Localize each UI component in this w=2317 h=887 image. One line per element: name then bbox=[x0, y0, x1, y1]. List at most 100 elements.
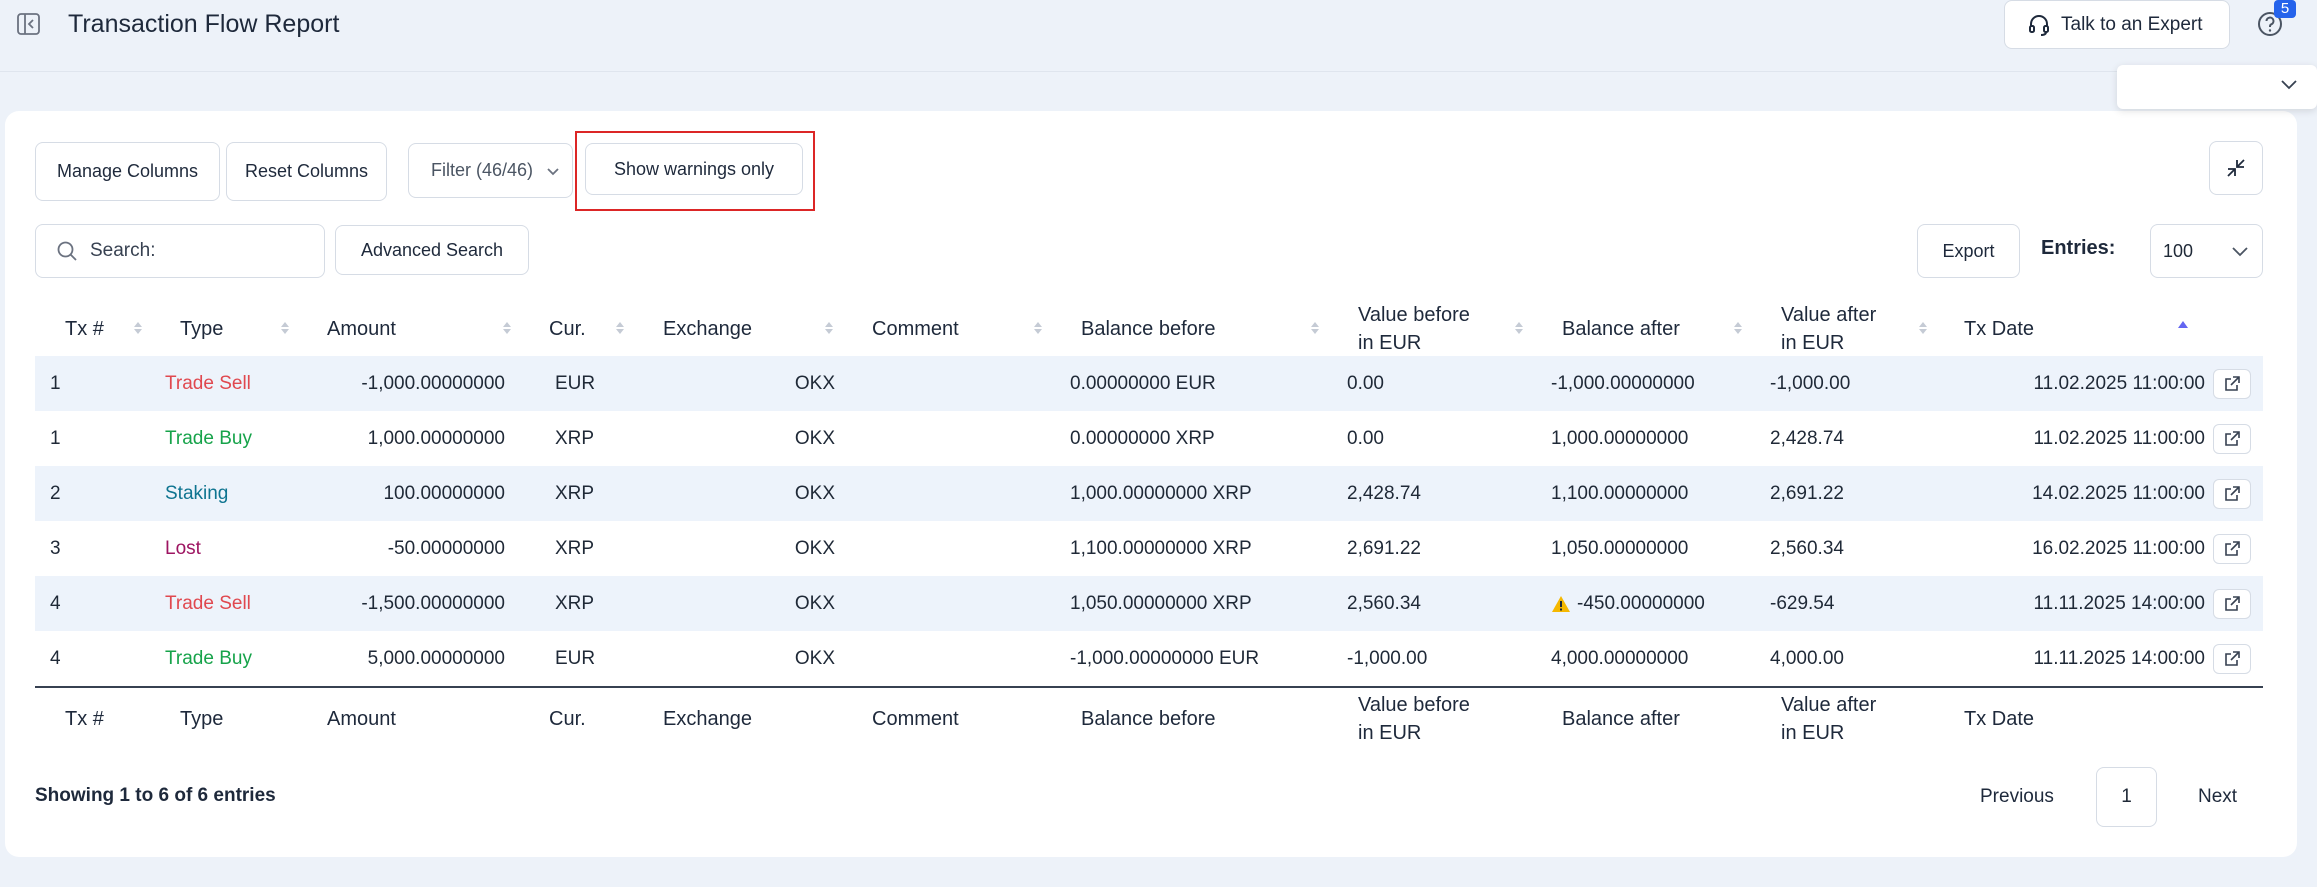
cell-value-after: 4,000.00 bbox=[1770, 647, 1844, 669]
column-header-amount[interactable]: Amount bbox=[327, 301, 396, 356]
open-transaction-button[interactable] bbox=[2213, 479, 2251, 509]
cell-txn: 1 bbox=[50, 372, 61, 394]
column-header-balance-before[interactable]: Balance before bbox=[1081, 301, 1216, 356]
table-row: 2 Staking 100.00000000 XRP OKX 1,000.00000000… bbox=[35, 466, 2263, 521]
column-header-txn[interactable]: Tx # bbox=[65, 301, 104, 356]
talk-to-expert-label: Talk to an Expert bbox=[2061, 13, 2203, 35]
page-title: Transaction Flow Report bbox=[68, 10, 340, 38]
sort-icon bbox=[1515, 322, 1523, 334]
footer-header-exchange: Exchange bbox=[663, 708, 752, 730]
cell-amount: -1,500.00000000 bbox=[361, 592, 505, 614]
cell-exchange: OKX bbox=[794, 372, 835, 394]
headset-icon bbox=[2029, 14, 2049, 36]
reset-columns-button[interactable]: Reset Columns bbox=[226, 142, 387, 201]
column-header-date[interactable]: Tx Date bbox=[1964, 301, 2034, 356]
collapse-icon bbox=[2227, 159, 2245, 177]
entries-select[interactable]: 100 bbox=[2150, 224, 2263, 278]
open-transaction-button[interactable] bbox=[2213, 369, 2251, 399]
cell-balance-before: -1,000.00000000 EUR bbox=[1070, 647, 1260, 669]
footer-header-balance-after: Balance after bbox=[1562, 708, 1680, 730]
column-header-value-before[interactable]: Value before in EUR bbox=[1358, 301, 1470, 356]
filter-label: Filter (46/46) bbox=[431, 160, 534, 180]
cell-exchange: OKX bbox=[794, 592, 835, 614]
footer-header-type: Type bbox=[180, 708, 224, 730]
cell-cur: EUR bbox=[555, 647, 596, 669]
open-transaction-button[interactable] bbox=[2213, 589, 2251, 619]
footer-header-comment: Comment bbox=[872, 708, 959, 730]
search-field[interactable] bbox=[35, 224, 325, 278]
cell-balance-after-value: 4,000.00000000 bbox=[1551, 647, 1689, 669]
cell-txn: 4 bbox=[50, 647, 61, 669]
cell-exchange: OKX bbox=[794, 482, 835, 504]
table-header-row: Tx # Type Amount Cur. Exchange Comment B… bbox=[35, 301, 2263, 356]
export-button[interactable]: Export bbox=[1917, 224, 2020, 278]
cell-exchange: OKX bbox=[794, 427, 835, 449]
cell-balance-after-value: 1,050.00000000 bbox=[1551, 537, 1689, 559]
open-transaction-button[interactable] bbox=[2213, 424, 2251, 454]
external-link-icon bbox=[2225, 486, 2240, 501]
cell-balance-before: 1,100.00000000 XRP bbox=[1070, 537, 1252, 559]
table-row: 4 Trade Sell -1,500.00000000 XRP OKX 1,050.00… bbox=[35, 576, 2263, 631]
filter-dropdown[interactable]: Filter (46/46) bbox=[408, 143, 573, 198]
external-link-icon bbox=[2225, 541, 2240, 556]
cell-value-before: 0.00 bbox=[1347, 427, 1384, 449]
warning-icon bbox=[1552, 595, 1570, 612]
sort-icon bbox=[825, 322, 833, 334]
cell-type: Trade Sell bbox=[165, 592, 251, 614]
advanced-search-button[interactable]: Advanced Search bbox=[335, 225, 529, 275]
sort-icon bbox=[1311, 322, 1319, 334]
cell-balance-before: 1,050.00000000 XRP bbox=[1070, 592, 1252, 614]
table-row: 4 Trade Buy 5,000.00000000 EUR OKX -1,000.000… bbox=[35, 631, 2263, 686]
chevron-down-icon bbox=[2281, 77, 2297, 95]
footer-header-value-before-line1: Value before bbox=[1358, 694, 1470, 716]
manage-columns-button[interactable]: Manage Columns bbox=[35, 142, 220, 201]
sort-icon bbox=[281, 322, 289, 334]
column-header-cur[interactable]: Cur. bbox=[549, 301, 586, 356]
show-warnings-only-button[interactable]: Show warnings only bbox=[585, 143, 803, 195]
cell-cur: XRP bbox=[555, 537, 595, 559]
column-header-balance-after[interactable]: Balance after bbox=[1562, 301, 1680, 356]
column-header-value-after-line1: Value after bbox=[1781, 303, 1877, 326]
cell-date: 11.02.2025 11:00:00 bbox=[2033, 372, 2205, 394]
cell-type: Trade Sell bbox=[165, 372, 251, 394]
footer-header-balance-before: Balance before bbox=[1081, 708, 1216, 730]
page-number-button[interactable]: 1 bbox=[2096, 767, 2157, 827]
search-icon bbox=[57, 241, 77, 261]
cell-balance-after-value: 1,100.00000000 bbox=[1551, 482, 1689, 504]
column-header-type[interactable]: Type bbox=[180, 301, 223, 356]
cell-type: Trade Buy bbox=[165, 427, 252, 449]
search-input[interactable] bbox=[90, 240, 290, 262]
cell-amount: -50.00000000 bbox=[387, 537, 505, 559]
column-header-value-after[interactable]: Value after in EUR bbox=[1781, 301, 1876, 356]
sort-icon bbox=[616, 322, 624, 334]
collapse-button[interactable] bbox=[2209, 141, 2263, 195]
cell-balance-after: 1,100.00000000 bbox=[1551, 466, 1688, 521]
entries-summary: Showing 1 to 6 of 6 entries bbox=[35, 785, 276, 806]
open-transaction-button[interactable] bbox=[2213, 534, 2251, 564]
cell-value-before: 0.00 bbox=[1347, 372, 1384, 394]
notification-badge: 5 bbox=[2274, 0, 2296, 18]
cell-txn: 3 bbox=[50, 537, 61, 559]
footer-header-value-after-line2: in EUR bbox=[1781, 722, 1845, 744]
sort-icon bbox=[1734, 322, 1742, 334]
cell-balance-after: 1,000.00000000 bbox=[1551, 411, 1688, 466]
report-card: Manage Columns Reset Columns Filter (46/… bbox=[5, 111, 2297, 857]
cell-amount: 100.00000000 bbox=[383, 482, 505, 504]
column-header-comment[interactable]: Comment bbox=[872, 301, 959, 356]
floating-dropdown[interactable] bbox=[2117, 65, 2317, 109]
cell-cur: XRP bbox=[555, 592, 595, 614]
sort-icon bbox=[503, 322, 511, 334]
column-header-exchange[interactable]: Exchange bbox=[663, 301, 752, 356]
open-transaction-button[interactable] bbox=[2213, 644, 2251, 674]
sidebar-toggle-icon[interactable] bbox=[16, 11, 42, 37]
cell-txn: 4 bbox=[50, 592, 61, 614]
previous-page-button[interactable]: Previous bbox=[1980, 786, 2054, 808]
cell-value-before: 2,560.34 bbox=[1347, 592, 1421, 614]
table-row: 3 Lost -50.00000000 XRP OKX 1,100.00000000 XR… bbox=[35, 521, 2263, 576]
cell-exchange: OKX bbox=[794, 537, 835, 559]
footer-header-value-after: Value after in EUR bbox=[1781, 688, 1876, 750]
talk-to-expert-button[interactable]: Talk to an Expert bbox=[2004, 0, 2230, 49]
next-page-button[interactable]: Next bbox=[2198, 786, 2237, 808]
cell-value-before: -1,000.00 bbox=[1347, 647, 1428, 669]
cell-amount: 1,000.00000000 bbox=[367, 427, 505, 449]
